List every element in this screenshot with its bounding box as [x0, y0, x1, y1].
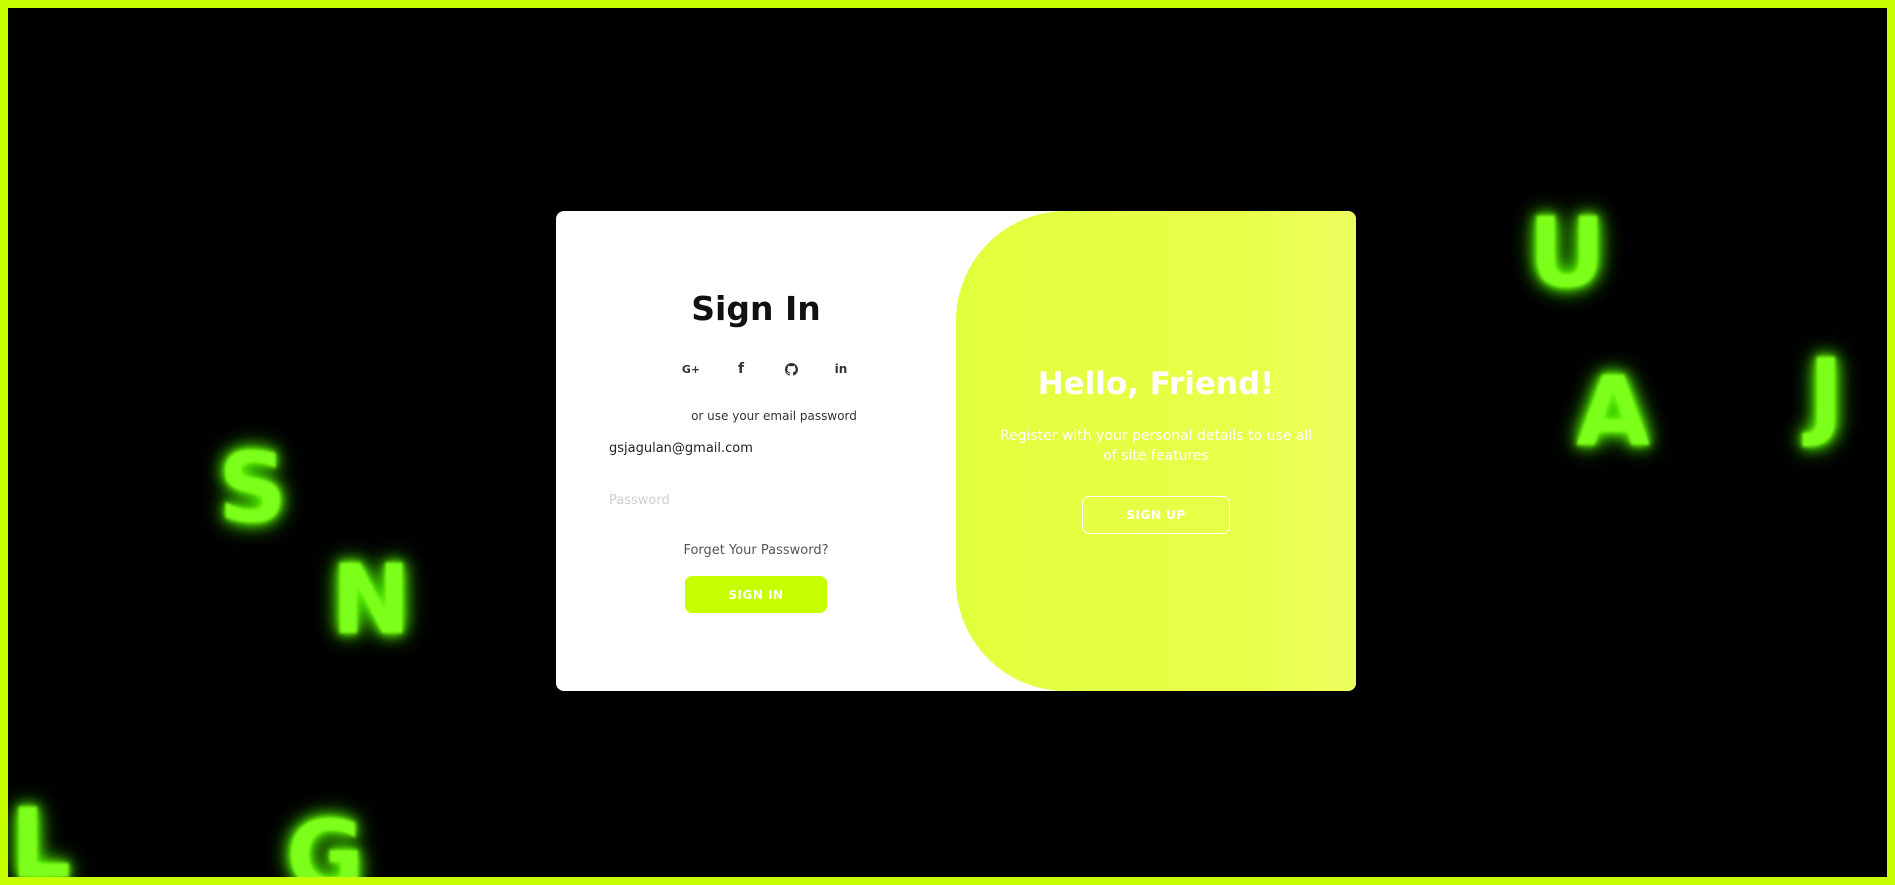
background-letter-a: A — [1576, 356, 1651, 468]
github-icon[interactable] — [766, 357, 816, 381]
panel-title: Hello, Friend! — [1037, 366, 1275, 402]
background-letter-n: N — [331, 544, 412, 656]
auth-card: Sign In G+ f in or use your email passwo… — [556, 211, 1356, 691]
background-letter-u: U — [1528, 197, 1606, 309]
page-frame: S N L G U A J Sign In G+ f in or use you… — [0, 0, 1895, 885]
sign-up-button[interactable]: SIGN UP — [1082, 496, 1230, 534]
facebook-glyph: f — [737, 361, 745, 377]
background-letter-g: G — [286, 800, 365, 885]
background-letter-s: S — [218, 432, 288, 544]
linkedin-glyph: in — [834, 362, 848, 376]
sign-in-form: Sign In G+ f in or use your email passwo… — [556, 211, 956, 691]
email-field[interactable] — [609, 431, 909, 465]
linkedin-icon[interactable]: in — [816, 357, 866, 381]
background-letter-j: J — [1808, 338, 1844, 450]
password-field[interactable] — [609, 483, 909, 517]
forgot-password-link[interactable]: Forget Your Password? — [556, 543, 956, 558]
background-letter-l: L — [10, 788, 72, 885]
sign-in-title: Sign In — [691, 289, 821, 328]
toggle-panel: Hello, Friend! Register with your person… — [956, 211, 1356, 691]
google-plus-icon[interactable]: G+ — [666, 357, 716, 381]
social-links: G+ f in — [666, 357, 866, 381]
sign-in-button[interactable]: SIGN IN — [685, 576, 827, 613]
google-plus-glyph: G+ — [681, 362, 701, 376]
github-glyph — [784, 362, 798, 376]
email-hint: or use your email password — [691, 409, 857, 423]
panel-text: Register with your personal details to u… — [999, 428, 1313, 464]
facebook-icon[interactable]: f — [716, 357, 766, 381]
